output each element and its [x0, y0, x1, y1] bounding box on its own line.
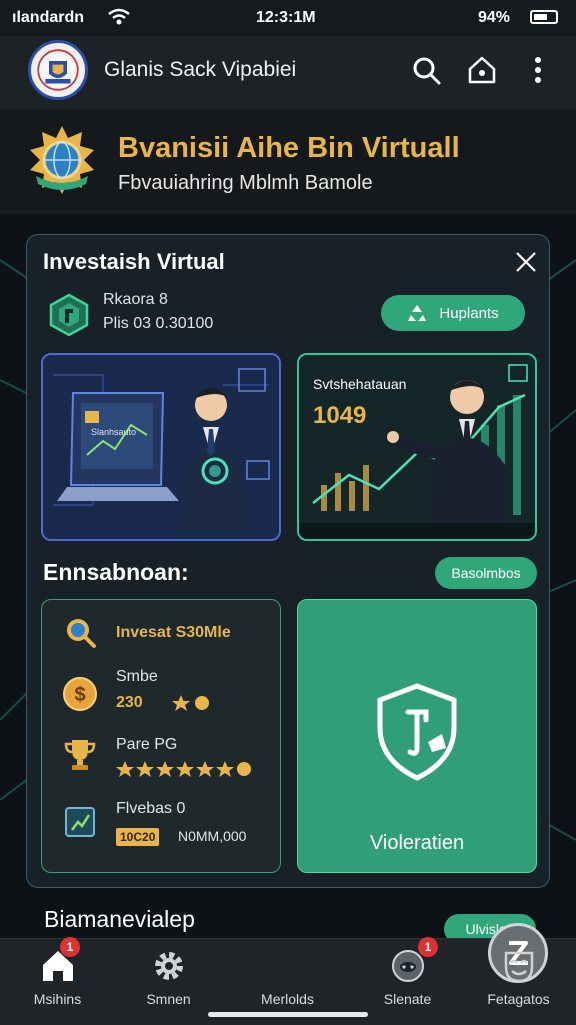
close-icon[interactable]: [511, 247, 541, 277]
nav-center-label: Merlolds: [261, 991, 314, 1007]
primary-action-label: Huplants: [439, 304, 499, 322]
mask-icon: [504, 951, 534, 983]
battery-icon: [530, 10, 558, 24]
nav-chat-label: Slenate: [383, 991, 432, 1007]
clock: 12:3:1M: [256, 9, 316, 26]
hero-banner: Bvanisii Aihe Bin Virtuall Fbvauiahring …: [0, 110, 576, 214]
list-item-2-value: 230: [116, 694, 143, 711]
primary-action-button[interactable]: Huplants: [381, 295, 525, 331]
shield-account-icon: [49, 293, 89, 337]
below-section-title: Biamanevialep: [44, 906, 195, 932]
nav-item-profile[interactable]: Fetagatos: [461, 939, 576, 1025]
nav-item-home[interactable]: 1 Msihins: [0, 937, 115, 1025]
account-name: Rkaora 8: [103, 291, 168, 308]
carrier-label: ılandardn: [12, 9, 85, 26]
section-title: Ennsabnoan:: [43, 559, 189, 585]
list-item-4-tag: 10C20: [116, 828, 160, 846]
list-item-1-label: Invesat S30Mle: [116, 624, 231, 641]
nav-chat-badge: 1: [418, 937, 438, 957]
status-bar: ılandardn 12:3:1M 94%: [0, 0, 576, 36]
right-image-title: Svtshehatauan: [313, 376, 406, 392]
wifi-icon: [108, 8, 130, 25]
verification-caption: Violeratien: [369, 832, 465, 854]
home-lock-icon[interactable]: [466, 54, 498, 86]
list-item-2-label: Smbe: [116, 668, 158, 685]
presenter-illustration[interactable]: Svtshehatauan 1049: [297, 353, 537, 541]
investment-card: Investaish Virtual Rkaora 8 Plis 03 0.30…: [26, 234, 550, 888]
app-logo[interactable]: [28, 40, 88, 100]
hero-subtitle: Fbvauiahring Mblmh Bamole: [118, 172, 373, 194]
star-coin-icon: [172, 695, 209, 711]
nav-settings-label: Smnen: [146, 991, 191, 1007]
card-title: Investaish Virtual: [43, 249, 225, 274]
dollar-coin-icon: $: [63, 677, 97, 711]
right-image-value: 1049: [313, 402, 366, 429]
presenter-image: Svtshehatauan 1049: [299, 355, 535, 539]
shield-check-icon: [377, 683, 457, 781]
list-item-4-label: Flvebas 0: [116, 800, 186, 817]
list-item-4-value: N0MM,000: [178, 828, 247, 844]
laptop-trader-illustration[interactable]: Slanhsauto: [41, 353, 281, 541]
trophy-icon: [64, 740, 96, 770]
battery-percent: 94%: [478, 9, 511, 26]
section-button[interactable]: Basolmbos: [435, 557, 537, 589]
app-title: Glanis Sack Vipabiei: [104, 58, 297, 81]
app-bar: Glanis Sack Vipabiei: [0, 36, 576, 110]
globe-emblem-icon: [30, 126, 94, 194]
nav-profile-label: Fetagatos: [487, 991, 550, 1007]
svg-text:$: $: [74, 684, 85, 706]
laptop-trader-image: Slanhsauto: [43, 355, 279, 539]
nav-home-badge: 1: [60, 937, 80, 957]
laptop-screen-text: Slanhsauto: [91, 427, 136, 437]
rating-stars-icon: [116, 761, 251, 777]
nav-home-label: Msihins: [33, 991, 82, 1007]
stats-list-panel: Invesat S30Mle $ Smbe 230 Pare PG Flveba…: [41, 599, 281, 873]
recycle-icon: [408, 305, 427, 321]
home-indicator: [208, 1012, 368, 1017]
verification-panel[interactable]: Violeratien: [297, 599, 537, 873]
more-menu-icon[interactable]: [522, 54, 554, 86]
list-item-3-label: Pare PG: [116, 736, 178, 753]
document-chart-icon: [65, 807, 95, 837]
hero-title: Bvanisii Aihe Bin Virtuall: [118, 132, 460, 164]
gear-icon: [155, 952, 183, 980]
magnifier-award-icon: [67, 619, 96, 648]
search-icon[interactable]: [410, 54, 442, 86]
account-value: Plis 03 0.30100: [103, 315, 214, 332]
